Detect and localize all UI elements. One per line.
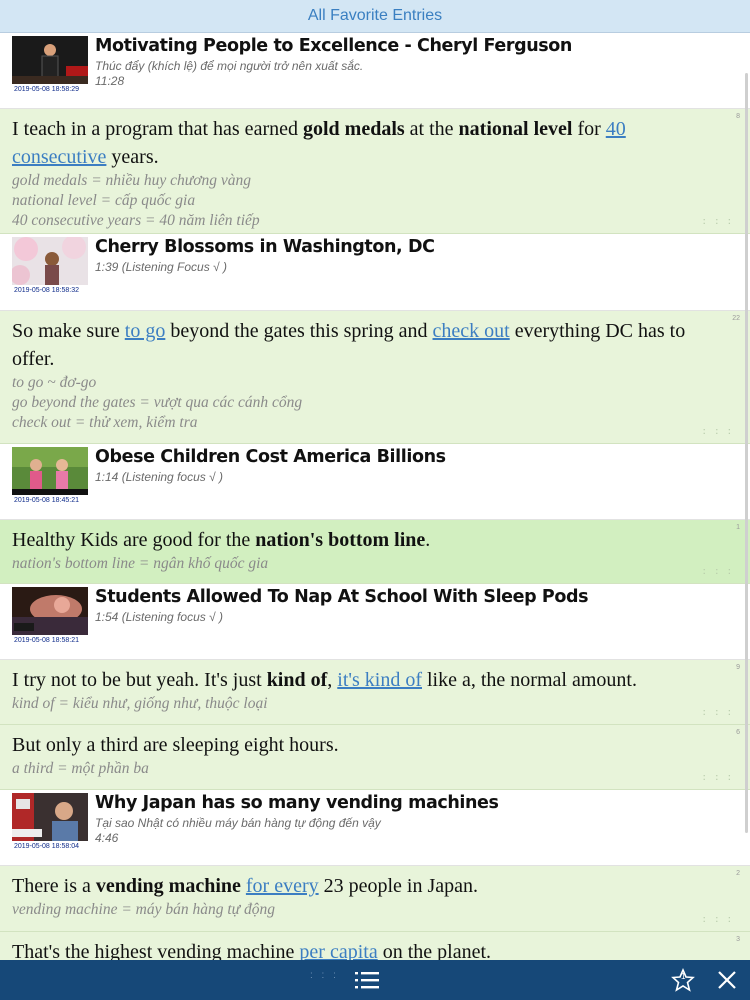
favorite-entry[interactable]: 6 But only a third are sleeping eight ho… bbox=[0, 725, 750, 790]
entry-sentence[interactable]: There is a vending machine for every 23 … bbox=[12, 872, 720, 900]
video-subtitle: 1:54 (Listening focus √ ) bbox=[95, 610, 223, 624]
video-title[interactable]: Students Allowed To Nap At School With S… bbox=[95, 587, 589, 607]
favorite-entry[interactable]: 3 That's the highest vending machine per… bbox=[0, 932, 750, 960]
drag-handle-icon[interactable]: : : : bbox=[703, 707, 734, 718]
entry-note: a third = một phần ba bbox=[12, 760, 149, 777]
video-thumbnail[interactable] bbox=[12, 237, 88, 285]
video-duration: 4:46 bbox=[95, 831, 119, 845]
drag-handle-icon[interactable]: : : : bbox=[703, 566, 734, 577]
favorite-entry[interactable]: 8 I teach in a program that has earned g… bbox=[0, 109, 750, 234]
sentence-text: I try not to be but yeah. It's just bbox=[12, 669, 267, 691]
scroll-indicator[interactable] bbox=[745, 73, 748, 833]
phrase-link[interactable]: for every bbox=[246, 875, 319, 897]
video-subtitle: Tại sao Nhật có nhiều máy bán hàng tự độ… bbox=[95, 816, 381, 830]
sentence-text: . bbox=[425, 529, 431, 551]
sentence-text: at the bbox=[404, 118, 459, 140]
entry-note: nation's bottom line = ngân khố quốc gia bbox=[12, 555, 269, 572]
video-title[interactable]: Why Japan has so many vending machines bbox=[95, 793, 499, 813]
favorite-count-badge: 1 bbox=[681, 972, 686, 981]
saved-timestamp: 2019-05-08 18:58:04 bbox=[14, 843, 79, 850]
close-icon[interactable] bbox=[716, 969, 738, 991]
key-phrase: nation's bottom line bbox=[255, 529, 426, 551]
entry-note: gold medals = nhiều huy chương vàng bbox=[12, 172, 251, 189]
favorite-entry[interactable]: 9 I try not to be but yeah. It's just ki… bbox=[0, 660, 750, 725]
entry-sentence[interactable]: I teach in a program that has earned gol… bbox=[12, 115, 720, 171]
entry-sentence[interactable]: I try not to be but yeah. It's just kind… bbox=[12, 666, 720, 694]
entry-sentence[interactable]: Healthy Kids are good for the nation's b… bbox=[12, 526, 720, 554]
saved-timestamp: 2019-05-08 18:58:21 bbox=[14, 637, 79, 644]
video-title[interactable]: Cherry Blossoms in Washington, DC bbox=[95, 237, 435, 257]
sentence-text: for bbox=[572, 118, 606, 140]
video-title[interactable]: Obese Children Cost America Billions bbox=[95, 447, 446, 467]
key-phrase: gold medals bbox=[302, 118, 405, 140]
phrase-link[interactable]: per capita bbox=[299, 941, 377, 960]
entry-note: to go ~ đơ-go bbox=[12, 374, 97, 391]
video-item[interactable]: 2019-05-08 18:45:21 Obese Children Cost … bbox=[0, 444, 750, 520]
entry-sentence[interactable]: That's the highest vending machine per c… bbox=[12, 938, 720, 960]
entry-note: vending machine = máy bán hàng tự động bbox=[12, 901, 275, 918]
favorites-list[interactable]: 2019-05-08 18:58:29 Motivating People to… bbox=[0, 33, 750, 960]
sentence-text: on the planet. bbox=[377, 941, 492, 960]
video-duration: 11:28 bbox=[95, 74, 125, 88]
video-item[interactable]: 2019-05-08 18:58:04 Why Japan has so man… bbox=[0, 790, 750, 866]
video-subtitle: 1:39 (Listening Focus √ ) bbox=[95, 260, 227, 274]
sentence-text: I teach in a program that has earned bbox=[12, 118, 303, 140]
entry-number: 1 bbox=[736, 524, 740, 531]
video-thumbnail[interactable] bbox=[12, 587, 88, 635]
sentence-text: That's the highest vending machine bbox=[12, 941, 300, 960]
drag-handle-icon[interactable]: : : : bbox=[703, 772, 734, 783]
saved-timestamp: 2019-05-08 18:58:29 bbox=[14, 86, 79, 93]
sentence-text: There is a bbox=[12, 875, 96, 897]
entry-note: 40 consecutive years = 40 năm liên tiếp bbox=[12, 212, 260, 229]
sentence-text: So make sure bbox=[12, 320, 125, 342]
page-title: All Favorite Entries bbox=[307, 7, 443, 24]
entry-note: go beyond the gates = vượt qua các cánh … bbox=[12, 394, 303, 411]
sentence-text: like a, the normal amount. bbox=[422, 669, 637, 691]
phrase-link[interactable]: to go bbox=[125, 320, 166, 342]
bottom-toolbar: : : : 1 bbox=[0, 960, 750, 1000]
video-thumbnail[interactable] bbox=[12, 447, 88, 495]
entry-number: 9 bbox=[736, 664, 740, 671]
phrase-link[interactable]: check out bbox=[433, 320, 510, 342]
entry-number: 6 bbox=[736, 729, 740, 736]
video-item[interactable]: 2019-05-08 18:58:29 Motivating People to… bbox=[0, 33, 750, 109]
drag-handle-icon[interactable]: : : : bbox=[703, 914, 734, 925]
entry-note: kind of = kiểu như, giống như, thuộc loạ… bbox=[12, 695, 268, 712]
key-phrase: vending machine bbox=[95, 875, 241, 897]
video-subtitle: Thúc đẩy (khích lệ) để mọi người trở nên… bbox=[95, 59, 364, 73]
sentence-text: beyond the gates this spring and bbox=[165, 320, 433, 342]
video-item[interactable]: 2019-05-08 18:58:32 Cherry Blossoms in W… bbox=[0, 234, 750, 311]
video-subtitle: 1:14 (Listening focus √ ) bbox=[95, 470, 223, 484]
entry-note: national level = cấp quốc gia bbox=[12, 192, 196, 209]
list-icon[interactable] bbox=[355, 970, 379, 990]
drag-handle-icon[interactable]: : : : bbox=[703, 216, 734, 227]
sentence-text: Healthy Kids are good for the bbox=[12, 529, 256, 551]
video-title[interactable]: Motivating People to Excellence - Cheryl… bbox=[95, 36, 572, 56]
video-item[interactable]: 2019-05-08 18:58:21 Students Allowed To … bbox=[0, 584, 750, 660]
entry-number: 8 bbox=[736, 113, 740, 120]
key-phrase: kind of bbox=[266, 669, 328, 691]
entry-note: check out = thử xem, kiểm tra bbox=[12, 414, 198, 431]
sentence-text: 23 people in Japan. bbox=[318, 875, 479, 897]
drag-handle-icon[interactable]: : : : bbox=[703, 426, 734, 437]
top-bar: All Favorite Entries bbox=[0, 0, 750, 33]
favorite-entry[interactable]: 1 Healthy Kids are good for the nation's… bbox=[0, 520, 750, 584]
favorite-entry[interactable]: 22 So make sure to go beyond the gates t… bbox=[0, 311, 750, 444]
entry-number: 22 bbox=[732, 315, 740, 322]
phrase-link[interactable]: it's kind of bbox=[337, 669, 422, 691]
saved-timestamp: 2019-05-08 18:58:32 bbox=[14, 287, 79, 294]
favorite-star-icon[interactable]: 1 bbox=[670, 967, 696, 993]
sentence-text: , bbox=[327, 669, 338, 691]
entry-sentence[interactable]: So make sure to go beyond the gates this… bbox=[12, 317, 720, 373]
saved-timestamp: 2019-05-08 18:45:21 bbox=[14, 497, 79, 504]
key-phrase: national level bbox=[458, 118, 573, 140]
entry-sentence[interactable]: But only a third are sleeping eight hour… bbox=[12, 731, 720, 759]
entry-number: 2 bbox=[736, 870, 740, 877]
sentence-text: years. bbox=[106, 146, 159, 168]
video-thumbnail[interactable] bbox=[12, 36, 88, 84]
drag-handle-icon[interactable]: : : : bbox=[310, 970, 339, 981]
favorite-entry[interactable]: 2 There is a vending machine for every 2… bbox=[0, 866, 750, 932]
entry-number: 3 bbox=[736, 936, 740, 943]
video-thumbnail[interactable] bbox=[12, 793, 88, 841]
